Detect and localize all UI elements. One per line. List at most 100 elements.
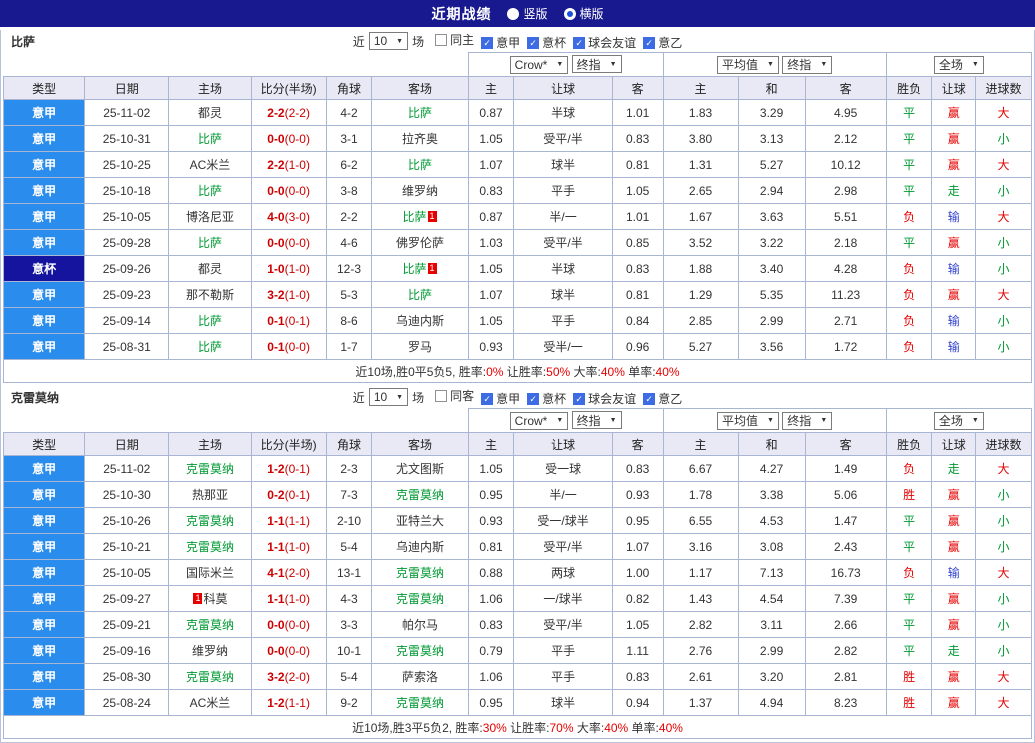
summary-part: 40% [655,364,680,379]
summary-part: 40% [600,364,625,379]
team-cell: 克雷莫纳 [168,663,252,690]
avg-away-cell: 7.39 [804,585,887,612]
team-cell: 比萨 1 [371,255,469,282]
date-cell: 25-09-28 [84,229,170,256]
avg-draw-cell: 3.40 [737,255,806,282]
filter-checkbox[interactable]: 同主 [435,31,474,48]
odds-away-cell: 0.83 [611,455,664,482]
odds-final-select[interactable]: 终指 ▼ [571,411,622,430]
col-avg-away: 客 [804,76,887,100]
col-avg-home: 主 [662,432,739,456]
handicap-cell: 平手 [513,177,613,204]
match-row: 意甲 25-10-18 比萨 0-0(0-0) 3-8 维罗纳 0.83 平手 1.05 2.65… [2,177,1032,204]
handicap-result-cell: 输 [931,307,977,334]
avg-home-cell: 2.65 [662,177,739,204]
handicap-cell: 两球 [513,559,613,586]
league-cell: 意甲 [2,281,86,308]
odds-away-cell: 0.83 [611,255,664,282]
avg-home-cell: 6.55 [662,507,739,534]
recent-count-select[interactable]: 10 ▼ [368,388,409,406]
filter-checkbox[interactable]: ✓ 意杯 [527,390,566,407]
odds-away-cell: 1.11 [611,637,664,664]
recent-count-select[interactable]: 10 ▼ [368,32,409,50]
col-type: 类型 [2,432,86,456]
handicap-cell: 受一/球半 [513,507,613,534]
avg-draw-cell: 3.20 [737,663,806,690]
team-name: 拉齐奥 [402,132,439,146]
team-cell: 比萨 [371,281,469,308]
match-row: 意甲 25-09-14 比萨 0-1(0-1) 8-6 乌迪内斯 1.05 平手 0.84 2.8… [2,307,1032,334]
league-cell: 意甲 [2,663,86,690]
corner-cell: 3-3 [325,611,373,638]
filters: 近 10 ▼ 场 同客 ✓ 意甲 ✓ 意杯 ✓ 球会友谊 ✓ 意乙 [353,387,682,407]
handicap-cell: 平手 [513,307,613,334]
filter-checkbox[interactable]: ✓ 意杯 [527,34,566,51]
average-final-select[interactable]: 终指 ▼ [782,55,833,74]
avg-draw-cell: 3.11 [737,611,806,638]
result-cell: 平 [885,507,933,534]
match-row: 意甲 25-08-30 克雷莫纳 3-2(2-0) 5-4 萨索洛 1.06 平手 0.83 2.… [2,663,1032,690]
recent-count-value: 10 [373,390,388,404]
league-filter-checkboxes: 同客 ✓ 意甲 ✓ 意杯 ✓ 球会友谊 ✓ 意乙 [428,387,682,407]
score-cell: 0-1(0-1) [250,307,327,334]
odds-away-cell: 0.96 [611,333,664,360]
handicap-result-cell: 赢 [931,663,977,690]
odds-source-select[interactable]: Crow* ▼ [509,55,569,74]
team-cell: 克雷莫纳 [168,507,252,534]
handicap-cell: 受平/半 [513,611,613,638]
handicap-cell: 半/一 [513,481,613,508]
odds-away-cell: 0.82 [611,585,664,612]
red-card-badge: 1 [427,263,437,274]
scope-select[interactable]: 全场 ▼ [933,55,984,74]
filter-checkbox-label: 意杯 [542,36,567,50]
average-select[interactable]: 平均值 ▼ [717,55,779,74]
filter-checkbox[interactable]: ✓ 意乙 [643,34,682,51]
team-cell: 尤文图斯 [371,455,469,482]
filter-checkbox[interactable]: ✓ 意甲 [481,34,520,51]
odds-away-cell: 0.81 [611,281,664,308]
date-cell: 25-10-31 [84,125,170,152]
average-final-select[interactable]: 终指 ▼ [782,411,833,430]
team-cell: 克雷莫纳 [371,481,469,508]
handicap-result-cell: 输 [931,203,977,230]
team-name: 比萨 [197,184,222,198]
team-name: 克雷莫纳 [396,566,445,580]
team-cell: 比萨 [168,307,252,334]
odds-final-select[interactable]: 终指 ▼ [571,55,622,74]
filter-checkbox[interactable]: ✓ 球会友谊 [573,34,636,51]
filter-checkbox-label: 同客 [450,389,475,403]
avg-home-cell: 5.27 [662,333,739,360]
filter-checkbox[interactable]: ✓ 意乙 [643,390,682,407]
scope-select[interactable]: 全场 ▼ [933,411,984,430]
handicap-cell: 受平/半 [513,229,613,256]
filter-checkbox[interactable]: 同客 [435,387,474,404]
filter-checkbox-label: 意乙 [658,392,683,406]
score-cell: 0-0(0-0) [250,177,327,204]
radio-label: 竖版 [523,7,548,21]
league-cell: 意甲 [2,585,86,612]
match-row: 意甲 25-10-25 AC米兰 2-2(1-0) 6-2 比萨 1.07 球半 0.81 1.3… [2,151,1032,178]
odds-source-select[interactable]: Crow* ▼ [509,411,569,430]
score-cell: 0-0(0-0) [250,229,327,256]
average-select[interactable]: 平均值 ▼ [717,411,779,430]
goals-result-cell: 大 [975,455,1032,482]
blank-cell [3,408,469,433]
team-name: 科莫 [203,592,228,606]
layout-option-vertical[interactable]: 竖版 [507,5,548,22]
layout-option-horizontal[interactable]: 横版 [563,5,604,22]
handicap-result-cell: 赢 [931,151,977,178]
handicap-cell: 受平/半 [513,533,613,560]
page-title: 近期战绩 [431,5,492,22]
team-name: 克雷莫纳 [185,670,234,684]
summary-part: 让胜率: [503,364,547,379]
goals-result-cell: 小 [975,177,1032,204]
handicap-result-cell: 赢 [931,611,977,638]
filter-checkbox[interactable]: ✓ 球会友谊 [573,390,636,407]
summary-part: 50% [546,364,571,379]
topbar: 近期战绩 竖版 横版 [0,0,1035,27]
filter-checkbox[interactable]: ✓ 意甲 [481,390,520,407]
summary-part: 40% [604,720,629,735]
col-away: 客场 [371,432,469,456]
team-name: 博洛尼亚 [185,210,234,224]
avg-away-cell: 2.66 [804,611,887,638]
